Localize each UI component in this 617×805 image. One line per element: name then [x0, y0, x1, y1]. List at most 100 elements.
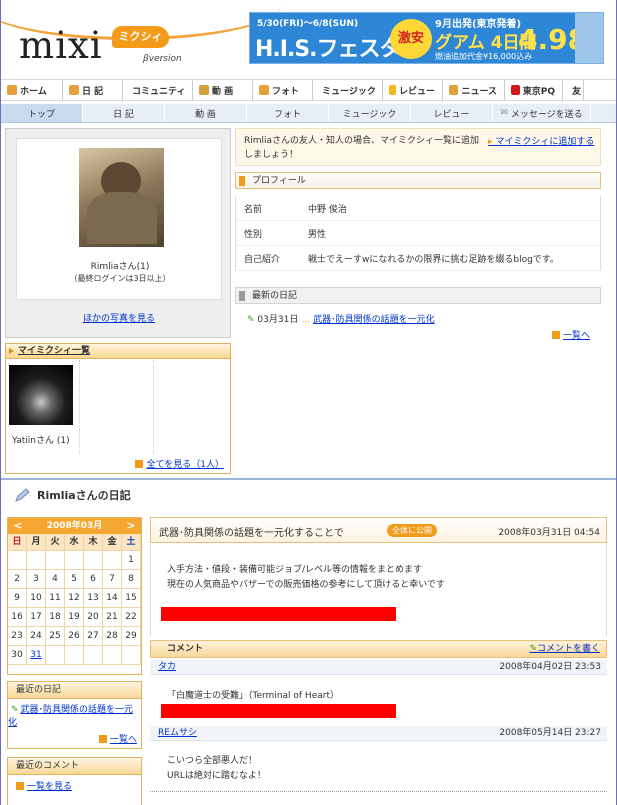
- mymixi-box: マイミクシィ一覧 Yatiinさん (1) 全てを見る（1人）: [5, 343, 231, 474]
- nav-item-7[interactable]: ニュース: [443, 80, 505, 100]
- calendar-day: 2: [8, 570, 27, 589]
- profile-label: 性別: [244, 229, 263, 240]
- mymixi-title[interactable]: マイミクシィ一覧: [6, 344, 230, 359]
- comment-text: こいつら全部悪人だ！: [167, 756, 258, 766]
- star-icon: [389, 85, 396, 95]
- write-comment-label: コメントを書く: [536, 644, 600, 654]
- calendar-weekday: 木: [84, 534, 103, 551]
- profile-name: Rimliaさん(1): [90, 262, 150, 272]
- profile-photo[interactable]: [79, 148, 164, 247]
- calendar-day: 29: [122, 627, 141, 646]
- all-friends-link[interactable]: 全てを見る（1人）: [135, 457, 224, 470]
- nav-item-9[interactable]: 友: [563, 80, 584, 100]
- calendar-header: < 2008年03月 >: [8, 518, 141, 534]
- nav-item-8[interactable]: 東京PQ: [505, 80, 563, 100]
- calendar-day-empty: [46, 551, 65, 570]
- comment-meta: タカ 2008年04月02日 23:53: [150, 660, 607, 675]
- nav-item-label: 東京PQ: [522, 86, 555, 97]
- subnav-item-6[interactable]: ✉ メッセージを送る: [493, 104, 591, 122]
- dots-icon: …: [301, 315, 314, 325]
- recent-diary-item[interactable]: ✎ 03月31日 … 武器･防具関係の話題を一元化: [247, 312, 435, 325]
- calendar-day: 25: [46, 627, 65, 646]
- subnav-item-5[interactable]: レビュー: [411, 104, 493, 122]
- calendar-day: 15: [122, 589, 141, 608]
- calendar-weekday: 日: [8, 534, 27, 551]
- comment-author[interactable]: REムサシ: [158, 726, 197, 741]
- subnav-item-4[interactable]: ミュージック: [329, 104, 411, 122]
- calendar-day-empty: [27, 551, 46, 570]
- calendar-day-empty: [103, 646, 122, 665]
- side-recent-comments-title: 最近のコメント: [8, 758, 141, 775]
- nav-item-2[interactable]: コミュニティ: [123, 80, 193, 100]
- subnav-item-label: 動 画: [195, 109, 216, 120]
- comment-header: コメント ✎コメントを書く: [150, 640, 607, 658]
- calendar-day-empty: [65, 551, 84, 570]
- nav-item-6[interactable]: レビュー: [383, 80, 443, 100]
- entry-title: 武器･防具関係の話題を一元化することで: [159, 528, 344, 539]
- calendar-day: 27: [84, 627, 103, 646]
- comments-list-link[interactable]: 一覧を見る: [8, 775, 141, 792]
- nav-item-1[interactable]: 日 記: [63, 80, 123, 100]
- nav-item-4[interactable]: フォト: [253, 80, 313, 100]
- profile-label: 自己紹介: [244, 254, 281, 265]
- nav-item-3[interactable]: 動 画: [193, 80, 253, 100]
- calendar-day: 22: [122, 608, 141, 627]
- mixi-logo[interactable]: mixi: [19, 24, 103, 67]
- calendar-grid: 日月火水木金土 1 2 3 4 5 6 7 8 9 10 11 12 13 14 15 16 17 18 19 20 21…: [8, 534, 141, 665]
- comment-author[interactable]: タカ: [158, 660, 176, 675]
- heart-icon: [511, 85, 520, 95]
- calendar-day: 7: [103, 570, 122, 589]
- friend-photo[interactable]: [9, 365, 73, 425]
- profile-value: 中野 俊治: [308, 204, 347, 215]
- subnav-item-1[interactable]: 日 記: [83, 104, 165, 122]
- redaction-bar: [161, 704, 396, 718]
- side-recent-link[interactable]: 武器･防具関係の話題を一元化: [8, 705, 133, 728]
- next-month-button[interactable]: >: [124, 518, 138, 534]
- last-login: （最終ログインは3日以上）: [69, 274, 171, 283]
- diary-list-link[interactable]: 一覧へ: [552, 328, 590, 341]
- write-comment-link[interactable]: ✎コメントを書く: [529, 641, 600, 658]
- ad-banner[interactable]: 5/30(FRI)〜6/8(SUN) H.I.S.フェスタ 激安 9月出発(東京…: [249, 12, 604, 64]
- home-icon: [7, 85, 17, 95]
- more-photos-link[interactable]: ほかの写真を見る: [6, 311, 232, 324]
- arrow-icon: [16, 782, 24, 790]
- comment-meta: REムサシ 2008年05月14日 23:27: [150, 726, 607, 741]
- calendar-weekday: 土: [122, 534, 141, 551]
- subnav-item-2[interactable]: 動 画: [165, 104, 247, 122]
- prev-month-button[interactable]: <: [11, 518, 25, 534]
- nav-item-label: レビュー: [398, 86, 435, 97]
- entry-body: 入手方法・値段・装備可能ジョブ/レベル等の情報をまとめます 現在の人気商品やバザ…: [150, 544, 607, 636]
- nav-item-5[interactable]: ミュージック: [313, 80, 383, 100]
- calendar-day-empty: [65, 646, 84, 665]
- calendar-month: 2008年03月: [46, 521, 103, 531]
- page-frame: mixi ミクシィ βversion 5/30(FRI)〜6/8(SUN) H.…: [0, 0, 617, 805]
- profile-value: 男性: [308, 229, 327, 240]
- side-recent-item[interactable]: ✎ 武器･防具関係の話題を一元化: [8, 699, 141, 730]
- calendar-day[interactable]: 31: [27, 646, 46, 665]
- add-mymixi-link[interactable]: ▸ マイミクシィに追加する: [488, 134, 594, 147]
- nav-item-label: 動 画: [212, 86, 234, 97]
- calendar-day: 3: [27, 570, 46, 589]
- side-diary-list-link[interactable]: 一覧へ: [98, 732, 137, 745]
- recent-diary-link[interactable]: 武器･防具関係の話題を一元化: [313, 315, 435, 325]
- friend-cell-empty: [154, 360, 228, 454]
- pencil-icon: ✎: [247, 315, 255, 325]
- calendar-day-empty: [8, 551, 27, 570]
- calendar-day: 14: [103, 589, 122, 608]
- calendar-weekday: 月: [27, 534, 46, 551]
- header: mixi ミクシィ βversion 5/30(FRI)〜6/8(SUN) H.…: [1, 0, 616, 76]
- friend-name[interactable]: Yatiinさん (1): [12, 433, 70, 446]
- subnav-item-0[interactable]: トップ: [1, 104, 83, 122]
- calendar-day: 26: [65, 627, 84, 646]
- ad-dates: 5/30(FRI)〜6/8(SUN): [257, 19, 359, 29]
- entry-date: 2008年03月31日 04:54: [498, 528, 600, 538]
- ad-price: 4.98万円: [518, 23, 587, 63]
- friend-cell[interactable]: Yatiinさん (1): [6, 360, 80, 454]
- subnav-item-3[interactable]: フォト: [247, 104, 329, 122]
- diary-section-title: Rimliaさんの日記: [37, 489, 131, 502]
- calendar-day: 4: [46, 570, 65, 589]
- calendar-day: 28: [103, 627, 122, 646]
- profile-card: Rimliaさん(1) （最終ログインは3日以上）: [16, 138, 222, 300]
- nav-item-0[interactable]: ホーム: [1, 80, 63, 100]
- calendar-day: 11: [46, 589, 65, 608]
